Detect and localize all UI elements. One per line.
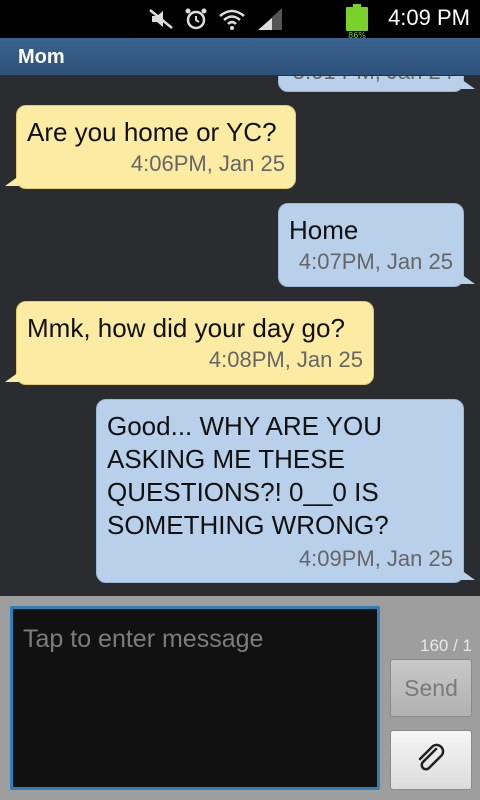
message-text: Good... WHY ARE YOU ASKING ME THESE QUES…	[107, 411, 389, 540]
status-time: 4:09 PM	[388, 5, 470, 30]
conversation-title: Mom	[0, 38, 480, 76]
message-text: Are you home or YC?	[27, 117, 277, 147]
send-button[interactable]: Send	[390, 659, 472, 717]
alarm-icon	[184, 7, 208, 31]
message-time: 4:08PM, Jan 25	[208, 347, 363, 372]
message-time: 4:06PM, Jan 25	[130, 151, 285, 176]
signal-icon	[256, 6, 284, 32]
mute-icon	[148, 7, 174, 31]
message-bubble-outgoing[interactable]: Good... WHY ARE YOU ASKING ME THESE QUES…	[96, 399, 475, 583]
message-input[interactable]: Tap to enter message	[10, 606, 380, 790]
message-bubble-incoming[interactable]: Are you home or YC? 4:06PM, Jan 25	[5, 105, 296, 189]
message-text: Mmk, how did your day go?	[27, 313, 345, 343]
message-list[interactable]: 5:01 PM, Jan 24 Are you home or YC? 4:06…	[0, 76, 480, 596]
message-input-placeholder: Tap to enter message	[23, 625, 264, 653]
message-text: Home	[289, 215, 359, 245]
wifi-icon	[218, 7, 246, 31]
message-bubble-incoming[interactable]: Mmk, how did your day go? 4:08PM, Jan 25	[5, 301, 374, 385]
compose-bar: Tap to enter message 160 / 1 Send	[0, 596, 480, 800]
attach-button[interactable]	[390, 730, 472, 790]
message-time: 4:09PM, Jan 25	[298, 546, 453, 571]
paperclip-icon	[414, 741, 448, 779]
message-time: 4:07PM, Jan 25	[298, 249, 453, 274]
message-time: 5:01 PM, Jan 24	[289, 76, 453, 85]
message-bubble-outgoing[interactable]: Home 4:07PM, Jan 25	[278, 203, 475, 287]
character-counter: 160 / 1	[420, 636, 472, 655]
message-bubble-outgoing[interactable]: 5:01 PM, Jan 24	[278, 76, 475, 92]
battery-icon: 86%	[346, 4, 368, 40]
status-bar: 86% 4:09 PM	[0, 0, 480, 40]
status-icons	[148, 6, 284, 32]
